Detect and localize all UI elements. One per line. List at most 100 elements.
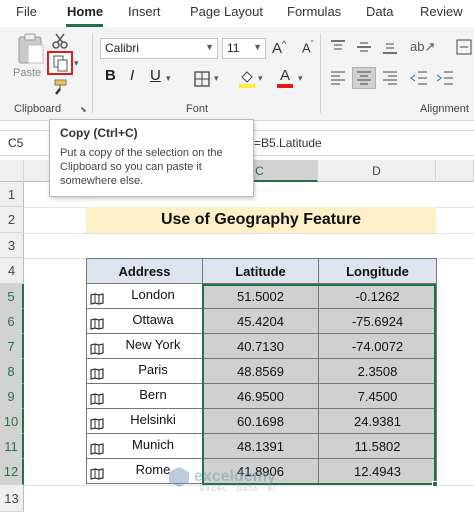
latitude-cell[interactable]: 48.1391 bbox=[202, 433, 319, 459]
latitude-cell[interactable]: 60.1698 bbox=[202, 408, 319, 434]
menu-formulas[interactable]: Formulas bbox=[287, 4, 341, 19]
row-header[interactable]: 3 bbox=[0, 233, 24, 258]
latitude-cell[interactable]: 40.7130 bbox=[202, 333, 319, 359]
table-row: Paris 48.8569 2.3508 bbox=[86, 358, 437, 384]
dialog-launcher-icon[interactable]: ⬊ bbox=[80, 105, 87, 114]
address-label: Paris bbox=[138, 362, 168, 377]
align-left-icon[interactable] bbox=[330, 71, 346, 85]
chevron-down-icon[interactable]: ▾ bbox=[298, 73, 303, 84]
paste-icon[interactable] bbox=[16, 33, 46, 65]
address-cell[interactable]: London bbox=[86, 283, 203, 309]
increase-indent-icon[interactable] bbox=[436, 71, 454, 85]
font-name-select[interactable]: Calibri ▼ bbox=[100, 38, 218, 59]
latitude-cell[interactable]: 51.5002 bbox=[202, 283, 319, 309]
latitude-cell[interactable]: 48.8569 bbox=[202, 358, 319, 384]
row-header[interactable]: 12 bbox=[0, 459, 24, 485]
chevron-down-icon[interactable]: ▾ bbox=[258, 73, 263, 84]
row-header[interactable]: 6 bbox=[0, 309, 24, 334]
font-color-icon[interactable]: A bbox=[276, 67, 294, 89]
menu-data[interactable]: Data bbox=[366, 4, 393, 19]
address-cell[interactable]: New York bbox=[86, 333, 203, 359]
row-header[interactable]: 13 bbox=[0, 485, 24, 512]
cut-icon[interactable] bbox=[52, 33, 68, 49]
ribbon-separator bbox=[92, 33, 93, 113]
geography-map-icon[interactable] bbox=[90, 343, 104, 355]
menu-home[interactable]: Home bbox=[67, 4, 103, 19]
borders-icon[interactable] bbox=[194, 71, 210, 87]
header-latitude[interactable]: Latitude bbox=[202, 258, 319, 284]
address-cell[interactable]: Helsinki bbox=[86, 408, 203, 434]
copy-tooltip: Copy (Ctrl+C) Put a copy of the selectio… bbox=[49, 119, 254, 197]
longitude-cell[interactable]: 2.3508 bbox=[318, 358, 437, 384]
geography-map-icon[interactable] bbox=[90, 468, 104, 480]
longitude-cell[interactable]: 12.4943 bbox=[318, 458, 437, 484]
copy-dropdown-arrow-icon[interactable]: ▾ bbox=[74, 58, 79, 69]
menu-file[interactable]: File bbox=[16, 4, 37, 19]
longitude-cell[interactable]: 24.9381 bbox=[318, 408, 437, 434]
row-header[interactable]: 9 bbox=[0, 384, 24, 409]
menu-insert[interactable]: Insert bbox=[128, 4, 161, 19]
underline-icon[interactable]: U bbox=[150, 67, 161, 84]
decrease-indent-icon[interactable] bbox=[410, 71, 428, 85]
column-header[interactable] bbox=[436, 160, 474, 182]
longitude-cell[interactable]: -74.0072 bbox=[318, 333, 437, 359]
latitude-cell[interactable]: 45.4204 bbox=[202, 308, 319, 334]
align-bottom-icon[interactable] bbox=[382, 40, 398, 54]
copy-button[interactable] bbox=[47, 51, 73, 75]
column-header-d[interactable]: D bbox=[318, 160, 436, 182]
address-cell[interactable]: Paris bbox=[86, 358, 203, 384]
row-header[interactable]: 11 bbox=[0, 434, 24, 459]
geography-map-icon[interactable] bbox=[90, 368, 104, 380]
align-middle-icon[interactable] bbox=[356, 40, 372, 54]
row-header[interactable]: 10 bbox=[0, 409, 24, 434]
row-header[interactable]: 4 bbox=[0, 258, 24, 284]
align-top-icon[interactable] bbox=[330, 40, 346, 54]
header-longitude[interactable]: Longitude bbox=[318, 258, 437, 284]
tooltip-title: Copy (Ctrl+C) bbox=[60, 126, 138, 140]
geography-map-icon[interactable] bbox=[90, 393, 104, 405]
align-center-button[interactable] bbox=[352, 67, 376, 89]
align-right-icon[interactable] bbox=[382, 71, 398, 85]
address-cell[interactable]: Ottawa bbox=[86, 308, 203, 334]
menu-review[interactable]: Review bbox=[420, 4, 463, 19]
geography-table: Address Latitude Longitude London 51.5002… bbox=[86, 258, 437, 484]
geography-map-icon[interactable] bbox=[90, 443, 104, 455]
row-header[interactable]: 8 bbox=[0, 359, 24, 384]
fill-color-icon[interactable] bbox=[238, 69, 256, 89]
address-cell[interactable]: Bern bbox=[86, 383, 203, 409]
font-size-value: 11 bbox=[227, 41, 240, 55]
increase-font-size-icon[interactable]: A^ bbox=[272, 39, 286, 57]
format-painter-icon[interactable] bbox=[52, 79, 68, 95]
menu-page-layout[interactable]: Page Layout bbox=[190, 4, 263, 19]
geography-map-icon[interactable] bbox=[90, 418, 104, 430]
address-label: Rome bbox=[135, 462, 171, 477]
geography-map-icon[interactable] bbox=[90, 293, 104, 305]
row-header[interactable]: 2 bbox=[0, 207, 24, 233]
latitude-cell[interactable]: 46.9500 bbox=[202, 383, 319, 409]
row-header[interactable]: 5 bbox=[0, 284, 24, 309]
orientation-icon[interactable]: ab↗ bbox=[410, 39, 435, 55]
longitude-cell[interactable]: -0.1262 bbox=[318, 283, 437, 309]
address-cell[interactable]: Munich bbox=[86, 433, 203, 459]
geography-map-icon[interactable] bbox=[90, 318, 104, 330]
header-address[interactable]: Address bbox=[86, 258, 203, 284]
italic-icon[interactable]: I bbox=[130, 67, 134, 84]
bold-icon[interactable]: B bbox=[105, 67, 116, 84]
formula-input[interactable]: =B5.Latitude bbox=[254, 136, 322, 150]
wrap-text-icon[interactable] bbox=[456, 39, 472, 55]
font-size-select[interactable]: 11 ▼ bbox=[222, 38, 266, 59]
chevron-down-icon[interactable]: ▾ bbox=[214, 73, 219, 84]
row-header[interactable]: 1 bbox=[0, 182, 24, 207]
fill-handle[interactable] bbox=[432, 481, 438, 487]
row-header[interactable]: 7 bbox=[0, 334, 24, 359]
chevron-down-icon[interactable]: ▾ bbox=[166, 73, 171, 84]
paste-label[interactable]: Paste bbox=[13, 67, 41, 79]
decrease-font-size-icon[interactable]: Aˇ bbox=[302, 39, 314, 55]
longitude-cell[interactable]: 11.5802 bbox=[318, 433, 437, 459]
sheet-title[interactable]: Use of Geography Feature bbox=[86, 207, 436, 233]
name-box[interactable]: C5 bbox=[8, 136, 23, 150]
ribbon: Paste ▾ Calibri ▼ 11 ▼ A^ Aˇ B I U ▾ ▾ ▾… bbox=[0, 27, 474, 121]
select-all-corner[interactable] bbox=[0, 160, 24, 182]
longitude-cell[interactable]: 7.4500 bbox=[318, 383, 437, 409]
longitude-cell[interactable]: -75.6924 bbox=[318, 308, 437, 334]
